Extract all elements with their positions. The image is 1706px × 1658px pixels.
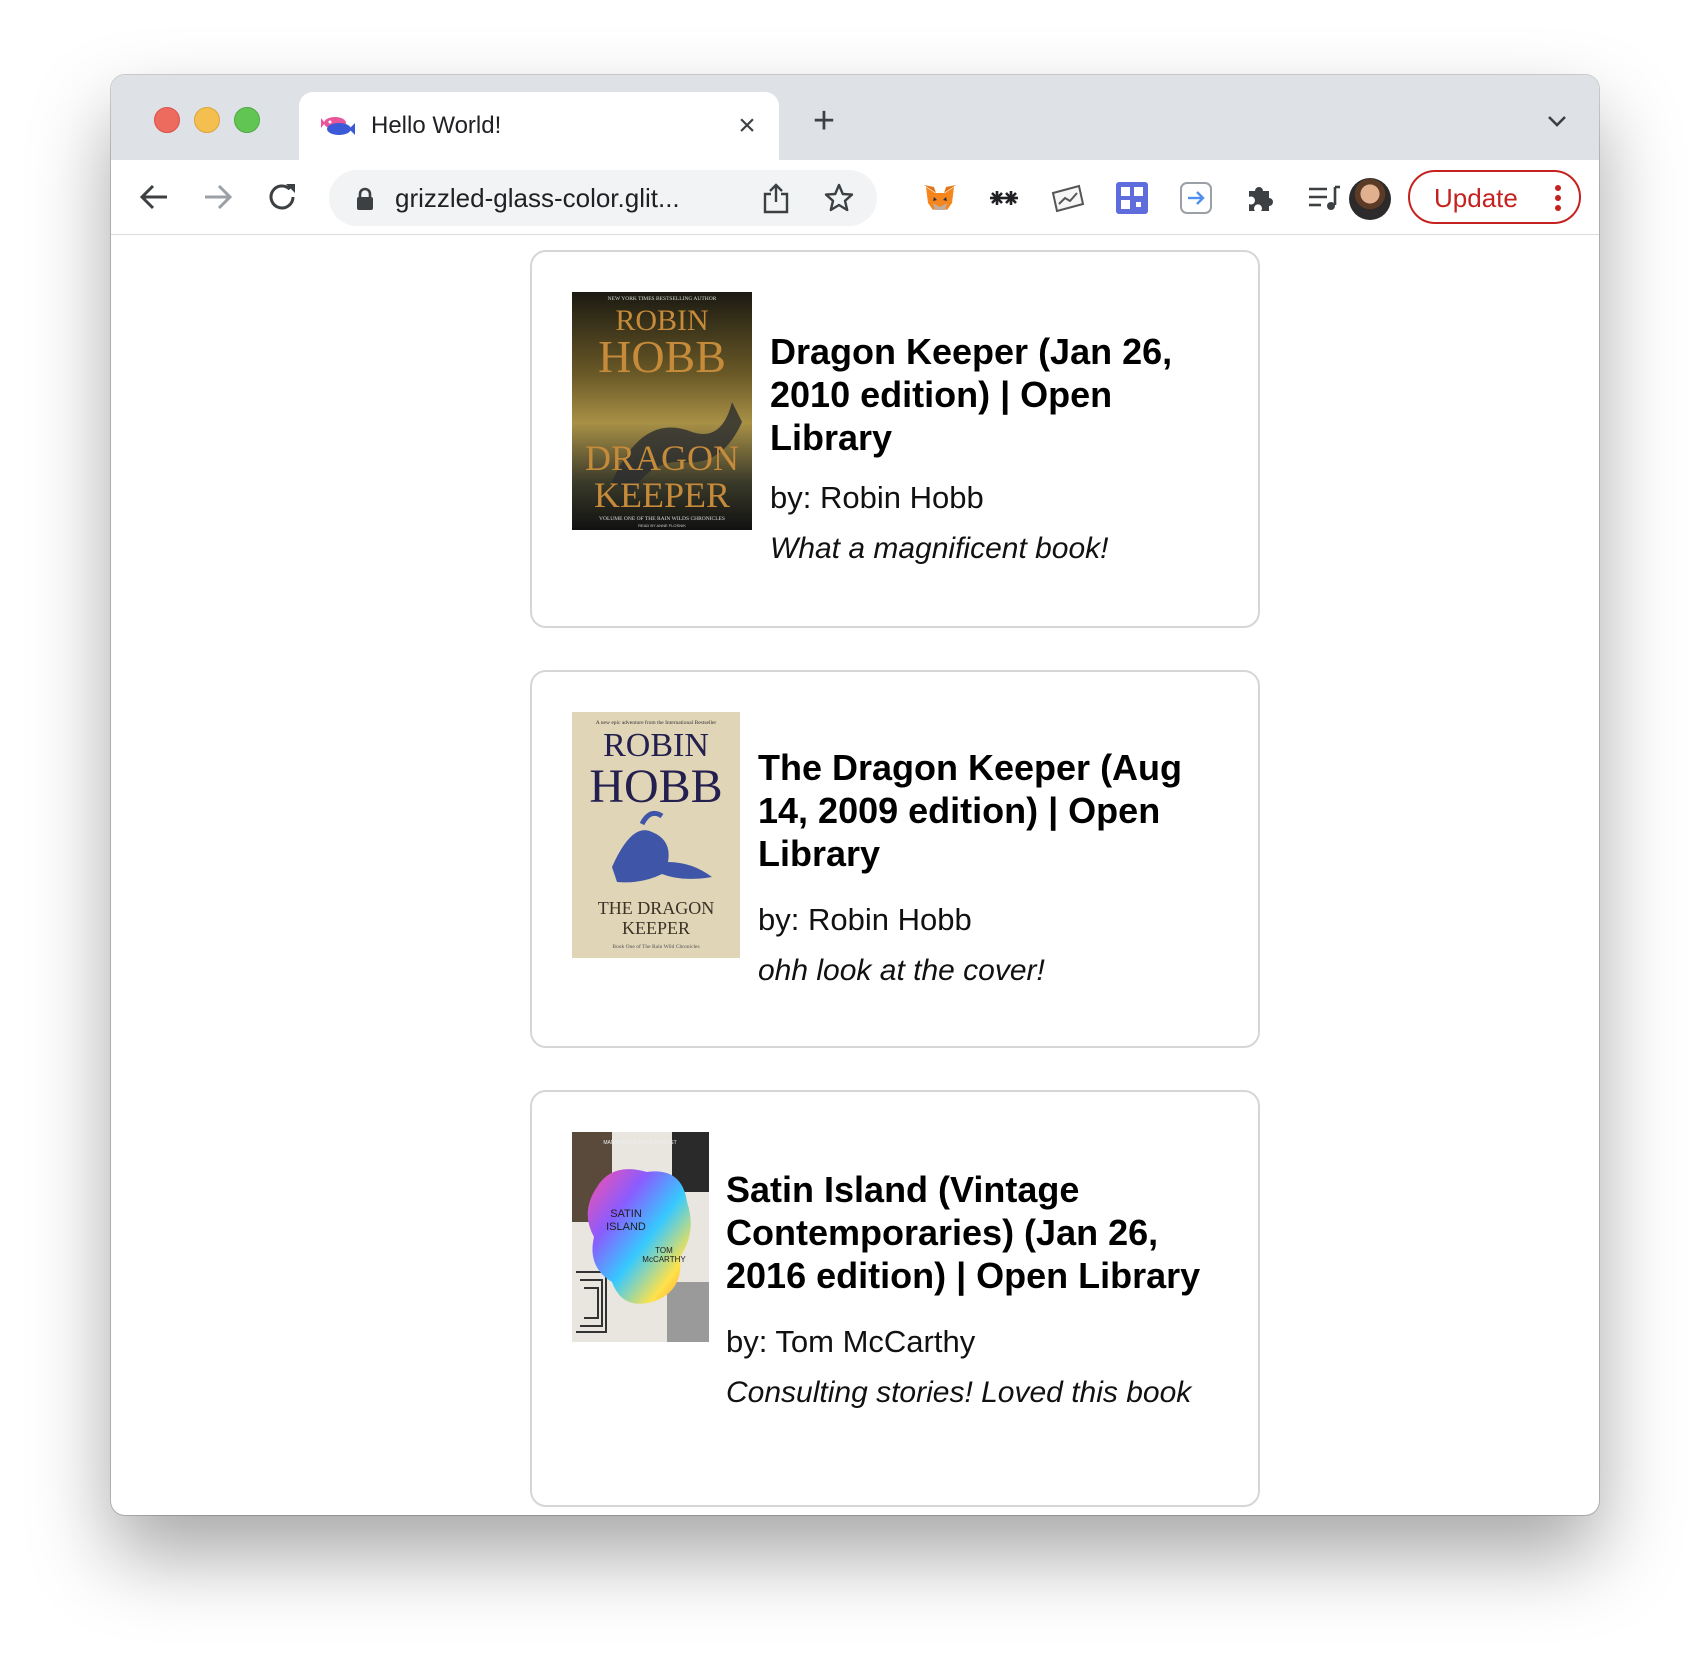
cover-top-text: MAN BOOKER PRIZE FINALIST [603, 1140, 676, 1146]
cover-author-line1: ROBIN [603, 727, 709, 764]
cover-author-line2: McCARTHY [642, 1255, 686, 1264]
book-author: by: Robin Hobb [758, 902, 972, 937]
url-text[interactable]: grizzled-glass-color.glit... [395, 182, 680, 214]
lock-icon[interactable] [355, 187, 375, 211]
more-vertical-icon [1555, 185, 1561, 211]
book-card: A new epic adventure from the Internatio… [530, 670, 1260, 1048]
forward-arrow-icon[interactable] [199, 178, 237, 216]
chart-extension-icon[interactable] [1049, 179, 1087, 217]
browser-toolbar: grizzled-glass-color.glit... Update [111, 160, 1599, 235]
cover-author-line2: HOBB [598, 331, 726, 382]
book-cover-image: NEW YORK TIMES BESTSELLING AUTHOR ROBIN … [572, 292, 752, 530]
cover-title-line2: KEEPER [622, 918, 690, 938]
fish-favicon-icon [321, 117, 355, 135]
back-arrow-icon[interactable] [135, 178, 173, 216]
chevron-down-icon[interactable] [1545, 111, 1569, 131]
cover-bottom-text: Book One of The Rain Wild Chronicles [612, 943, 699, 950]
metamask-fox-icon[interactable] [921, 179, 959, 217]
book-author: by: Tom McCarthy [726, 1324, 976, 1359]
plus-icon[interactable]: + [807, 102, 841, 140]
sparkle-extension-icon[interactable] [985, 179, 1023, 217]
update-label: Update [1434, 183, 1518, 213]
cover-top-text: A new epic adventure from the Internatio… [596, 719, 717, 726]
zoom-window-button[interactable] [234, 107, 260, 133]
tab-hello-world[interactable]: Hello World! × [299, 92, 779, 160]
book-card: NEW YORK TIMES BESTSELLING AUTHOR ROBIN … [530, 250, 1260, 628]
arrow-box-extension-icon[interactable] [1177, 179, 1215, 217]
book-info: Satin Island (Vintage Contemporaries) (J… [726, 1168, 1216, 1411]
book-author: by: Robin Hobb [770, 480, 984, 515]
tab-strip: Hello World! × + [111, 75, 1599, 160]
book-info: The Dragon Keeper (Aug 14, 2009 edition)… [758, 746, 1208, 989]
cover-title-line1: SATIN [610, 1208, 642, 1220]
address-bar[interactable]: grizzled-glass-color.glit... [329, 170, 877, 226]
tab-title: Hello World! [371, 112, 502, 139]
close-icon[interactable]: × [733, 111, 761, 141]
book-info: Dragon Keeper (Jan 26, 2010 edition) | O… [770, 330, 1210, 567]
grid-extension-icon[interactable] [1113, 179, 1151, 217]
book-cover-image: MAN BOOKER PRIZE FINALIST SATIN ISLAND T… [572, 1132, 709, 1342]
cover-title-line1: DRAGON [585, 438, 739, 478]
media-queue-icon[interactable] [1305, 179, 1343, 217]
book-title: The Dragon Keeper (Aug 14, 2009 edition)… [758, 747, 1183, 874]
book-review: Consulting stories! Loved this book [726, 1376, 1192, 1409]
browser-window: Hello World! × + grizzled-glass-color.gl… [111, 75, 1599, 1515]
book-card: MAN BOOKER PRIZE FINALIST SATIN ISLAND T… [530, 1090, 1260, 1507]
cover-title-line2: ISLAND [606, 1221, 646, 1233]
book-cover-image: A new epic adventure from the Internatio… [572, 712, 740, 958]
cover-bottom-text: VOLUME ONE OF THE RAIN WILDS CHRONICLES [599, 516, 725, 522]
cover-title-line1: THE DRAGON [598, 898, 715, 918]
reload-icon[interactable] [263, 178, 301, 216]
cover-narrator-text: READ BY ANNE FLOSNIK [638, 523, 686, 528]
book-review: What a magnificent book! [770, 532, 1109, 565]
close-window-button[interactable] [154, 107, 180, 133]
cover-title-line2: KEEPER [594, 475, 730, 515]
book-title: Dragon Keeper (Jan 26, 2010 edition) | O… [770, 331, 1173, 458]
cover-top-text: NEW YORK TIMES BESTSELLING AUTHOR [608, 296, 717, 302]
cover-author-line2: HOBB [589, 760, 722, 813]
page-content: NEW YORK TIMES BESTSELLING AUTHOR ROBIN … [111, 235, 1599, 1515]
puzzle-extensions-icon[interactable] [1241, 179, 1279, 217]
book-title: Satin Island (Vintage Contemporaries) (J… [726, 1169, 1201, 1296]
minimize-window-button[interactable] [194, 107, 220, 133]
share-icon[interactable] [761, 182, 791, 214]
bookmark-star-icon[interactable] [823, 182, 855, 214]
profile-avatar[interactable] [1349, 178, 1391, 220]
book-review: ohh look at the cover! [758, 954, 1045, 987]
cover-author-line1: TOM [655, 1246, 673, 1255]
update-button[interactable]: Update [1408, 170, 1581, 224]
